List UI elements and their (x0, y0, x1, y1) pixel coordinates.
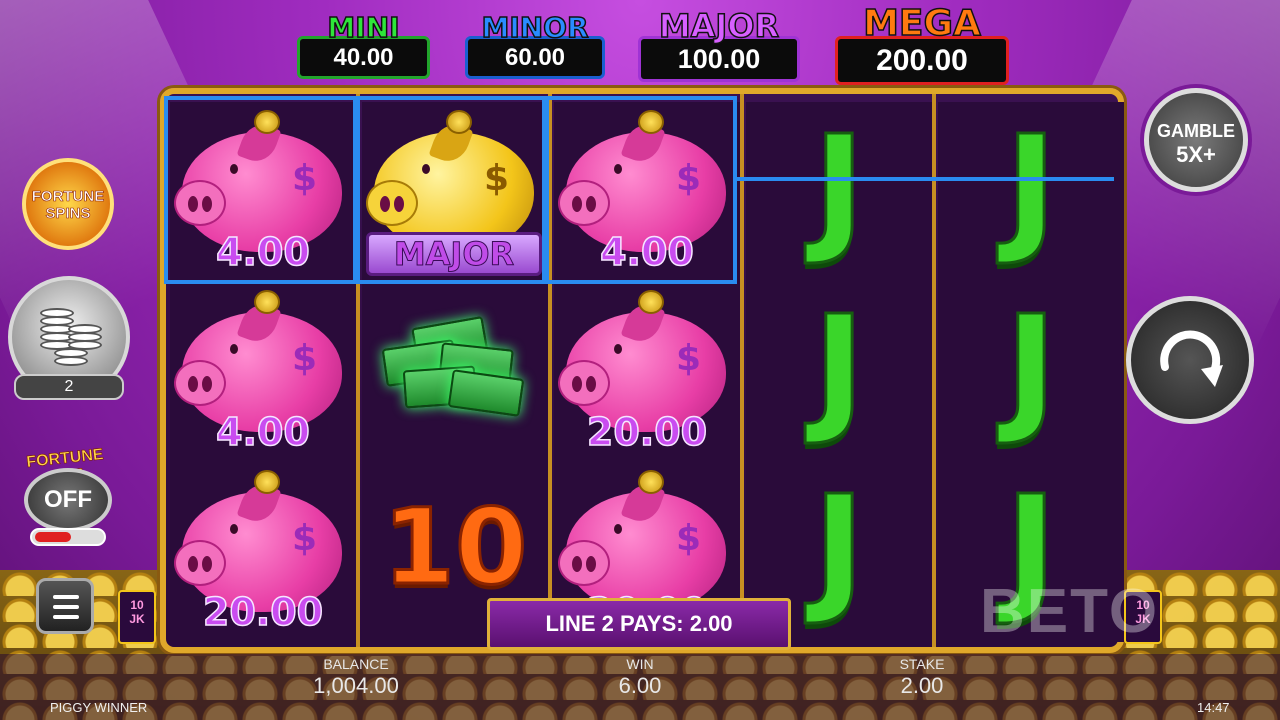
jackpot-minor: MINOR 60.00 (465, 11, 605, 79)
piggy-value: 20.00 (202, 589, 324, 635)
dollar-icon: $ (292, 338, 318, 379)
dollar-icon: $ (292, 518, 318, 559)
win-highlight-box (545, 96, 737, 284)
j-symbol-label: J (1003, 286, 1058, 449)
win-display: WIN 6.00 (600, 656, 680, 699)
coin-count-display: 2 (14, 374, 124, 400)
stake-label: STAKE (899, 656, 945, 672)
jackpot-mega: MEGA 200.00 (835, 5, 1009, 85)
piggy-snout (174, 360, 226, 406)
coin-icon (254, 470, 280, 494)
piggy-eye (230, 524, 238, 534)
cash-stack-icon (381, 316, 526, 417)
fortune-bet-toggle[interactable] (30, 528, 106, 546)
dollar-icon: $ (676, 338, 702, 379)
spin-arrow-icon (1160, 330, 1223, 387)
coin-icon (638, 290, 664, 314)
j-symbol-label: J (811, 286, 866, 449)
jackpot-major-label: MAJOR (658, 7, 780, 45)
reel-5: J J J (938, 102, 1124, 642)
piggy-value: 20.00 (586, 409, 708, 455)
j-symbol-label: J (811, 466, 866, 629)
stake-display[interactable]: STAKE 2.00 (882, 656, 962, 699)
symbol-piggy: $ 20.00 (554, 282, 740, 462)
balance-display: BALANCE 1,004.00 (300, 656, 412, 699)
coin-icon (254, 290, 280, 314)
piggy-eye (614, 344, 622, 354)
balance-value: 1,004.00 (313, 673, 399, 698)
toggle-indicator (35, 532, 71, 542)
piggy-snout (558, 360, 610, 406)
jackpot-major: MAJOR 100.00 (638, 7, 800, 82)
gamble-button[interactable]: GAMBLE 5X+ (1144, 88, 1248, 192)
symbol-piggy: $ 20.00 (170, 462, 356, 642)
piggy-snout (558, 540, 610, 586)
symbol-j: J (746, 102, 932, 282)
reel-4: J J J (746, 102, 932, 642)
fortune-spins-button[interactable]: FORTUNE SPINS (22, 158, 114, 250)
watermark: BETO (980, 577, 1160, 646)
symbol-cash (362, 282, 548, 462)
dollar-icon: $ (676, 518, 702, 559)
fortune-bet-button[interactable]: OFF (24, 468, 112, 532)
gamble-label: GAMBLE (1157, 121, 1235, 141)
j-symbol-label: J (811, 106, 866, 269)
piggy-snout (174, 540, 226, 586)
symbol-j: J (938, 282, 1124, 462)
piggy-eye (614, 524, 622, 534)
coin-icon (638, 470, 664, 494)
gamble-multiplier: 5X+ (1176, 142, 1216, 167)
menu-button[interactable] (36, 578, 94, 634)
hamburger-icon (53, 595, 79, 599)
jackpot-minor-label: MINOR (481, 11, 590, 44)
jackpot-mini: MINI 40.00 (297, 13, 430, 79)
win-highlight-box (356, 96, 546, 284)
win-line (737, 177, 1114, 181)
symbol-j: J (746, 282, 932, 462)
jackpot-mega-value: 200.00 (835, 36, 1009, 85)
win-value: 6.00 (618, 673, 662, 698)
j-symbol-label: J (1003, 106, 1058, 269)
spin-button[interactable] (1126, 296, 1254, 424)
stake-value: 2.00 (900, 673, 944, 698)
symbol-piggy: $ 4.00 (170, 282, 356, 462)
piggy-eye (230, 344, 238, 354)
win-label: WIN (626, 656, 654, 672)
balance-label: BALANCE (323, 656, 389, 672)
piggy-value: 4.00 (215, 409, 310, 455)
paytable-button[interactable]: 10 JK (118, 590, 156, 644)
game-name: PIGGY WINNER (50, 700, 148, 715)
clock: 14:47 (1197, 700, 1230, 715)
win-highlight-box (164, 96, 357, 284)
ten-symbol-label: 10 (381, 485, 529, 610)
symbol-j: J (938, 102, 1124, 282)
line-pays-banner: LINE 2 PAYS: 2.00 (487, 598, 791, 650)
